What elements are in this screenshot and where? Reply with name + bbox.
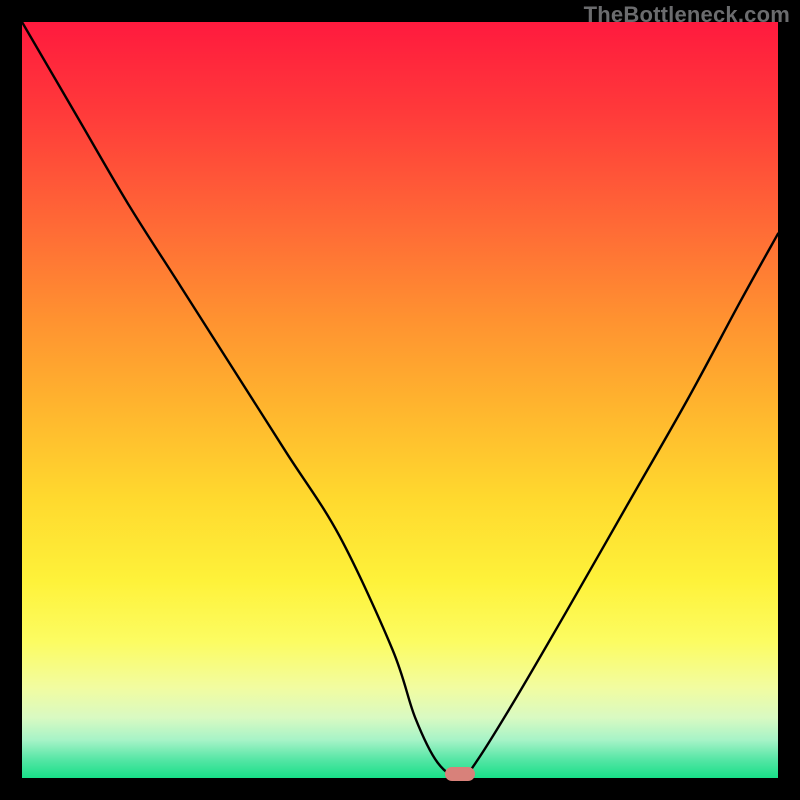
watermark-text: TheBottleneck.com bbox=[584, 2, 790, 28]
chart-frame: TheBottleneck.com bbox=[0, 0, 800, 800]
optimal-marker bbox=[445, 767, 475, 781]
chart-plot-area bbox=[22, 22, 778, 778]
curve-path bbox=[22, 22, 778, 778]
bottleneck-curve bbox=[22, 22, 778, 778]
